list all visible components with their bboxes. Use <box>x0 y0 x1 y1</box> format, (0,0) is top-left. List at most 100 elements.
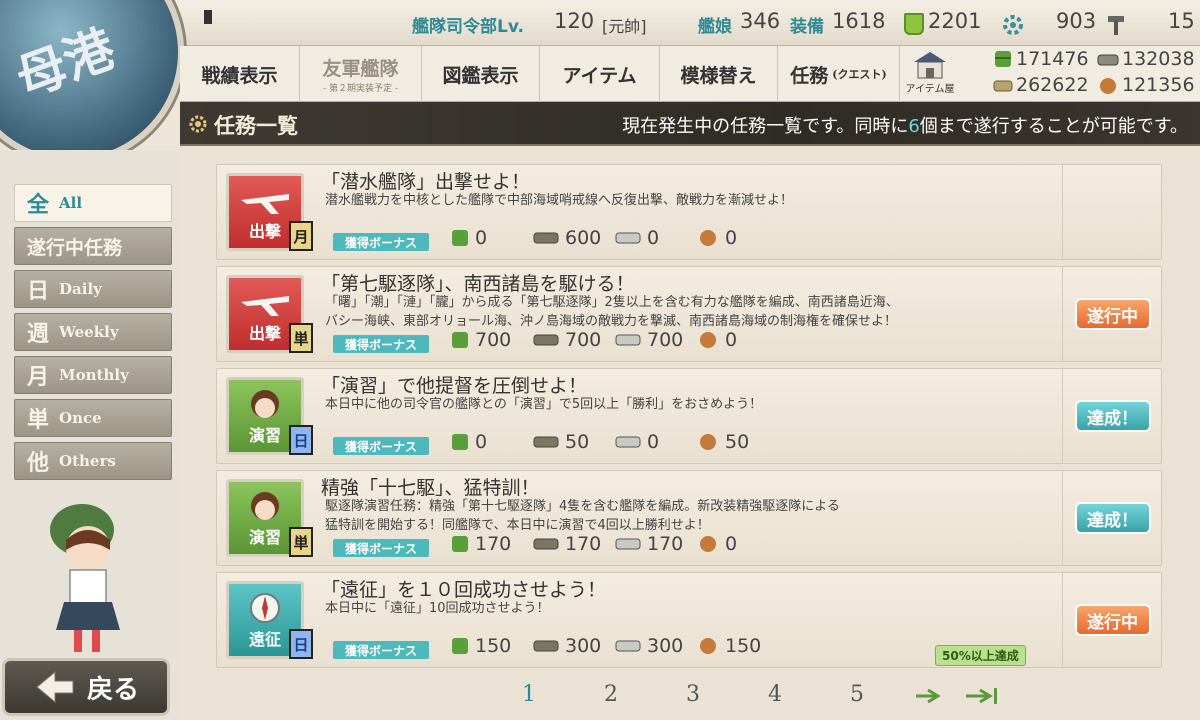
reward-value: 700 <box>475 329 512 351</box>
menu-tab-records[interactable]: 戦績表示 <box>180 46 300 102</box>
header-note: 現在発生中の任務一覧です。同時に6個まで遂行することが可能です。 <box>622 112 1188 138</box>
steel-icon <box>615 538 641 550</box>
quest-description: 駆逐隊演習任務：精強「第十七駆逐隊」4隻を含む艦隊を編成。新改装精強駆逐隊による… <box>325 497 840 535</box>
note-text: 現在発生中の任務一覧です。同時に <box>622 116 909 137</box>
page-2[interactable]: 2 <box>604 682 618 707</box>
tab-english: Others <box>59 452 116 470</box>
quest-title: 「遠征」を１０回成功させよう！ <box>321 579 607 601</box>
quest-title: 「第七駆逐隊」、南西諸島を駆ける！ <box>321 273 635 295</box>
quest-description: 「曙」「潮」「漣」「朧」から成る「第七駆逐隊」2隻以上を含む有力な艦隊を編成、南… <box>325 293 899 331</box>
steel-icon <box>993 80 1013 92</box>
filter-tab-daily[interactable]: 日 Daily <box>14 270 172 308</box>
tab-kanji: 遂行中任務 <box>27 236 123 259</box>
filter-tab-in-progress[interactable]: 遂行中任務 <box>14 227 172 265</box>
steel-value: 262622 <box>1016 74 1089 96</box>
reward-value: 170 <box>565 533 602 555</box>
steel-icon <box>615 436 641 448</box>
reward-value: 50 <box>725 431 750 453</box>
ammo-icon <box>533 334 559 346</box>
tab-english: Daily <box>59 280 102 298</box>
back-arrow-icon <box>36 670 74 704</box>
ships-count: 346 <box>740 9 781 33</box>
reward-ammo: 300 <box>533 635 601 657</box>
reward-value: 0 <box>475 227 488 249</box>
quest-status-cell: 達成！ <box>1062 369 1162 463</box>
page-5[interactable]: 5 <box>850 682 864 707</box>
desc-line: 本日中に「遠征」10回成功させよう！ <box>325 601 550 616</box>
back-button[interactable]: 戻る <box>2 658 170 716</box>
main-menu-bar: 戦績表示 友軍艦隊 - 第２期実装予定 - 図鑑表示 アイテム 模様替え 任務 (ク… <box>180 46 1200 102</box>
reward-steel: 170 <box>615 533 683 555</box>
filter-tab-others[interactable]: 他 Others <box>14 442 172 480</box>
bonus-label: 獲得ボーナス <box>333 335 429 353</box>
page-3[interactable]: 3 <box>686 682 700 707</box>
fuel-icon <box>452 332 468 348</box>
quest-title: 「潜水艦隊」出撃せよ！ <box>321 171 531 193</box>
exercise-girl-icon <box>251 492 279 520</box>
port-emblem-button[interactable]: 母港 <box>0 0 184 164</box>
ammo-icon <box>533 538 559 550</box>
menu-tab-furniture[interactable]: 模様替え <box>660 46 778 102</box>
reward-steel: 0 <box>615 227 659 249</box>
bonus-label: 獲得ボーナス <box>333 233 429 251</box>
page-4[interactable]: 4 <box>768 682 782 707</box>
reward-steel: 0 <box>615 431 659 453</box>
status-in-progress-badge: 遂行中 <box>1074 604 1151 636</box>
quest-type-monthly-badge: 月 <box>289 221 313 251</box>
quest-row[interactable]: 遠征 日 「遠征」を１０回成功させよう！ 本日中に「遠征」10回成功させよう！ … <box>216 572 1162 668</box>
reward-fuel: 0 <box>451 227 487 249</box>
quest-row[interactable]: 演習 単 精強「十七駆」、猛特訓！ 駆逐隊演習任務：精強「第十七駆逐隊」4隻を含… <box>216 470 1162 566</box>
reward-value: 0 <box>725 329 738 351</box>
exercise-girl-icon <box>251 390 279 418</box>
bauxite-icon <box>700 536 716 552</box>
reward-steel: 300 <box>615 635 683 657</box>
quest-title: 「演習」で他提督を圧倒せよ！ <box>321 375 588 397</box>
tab-english: Once <box>59 409 102 427</box>
ships-label: 艦娘 <box>698 17 732 37</box>
quest-row[interactable]: 演習 日 「演習」で他提督を圧倒せよ！ 本日中に他の司令官の艦隊との「演習」で5… <box>216 368 1162 464</box>
dev-material-count: 903 <box>1056 9 1097 33</box>
fuel-resource: 171476 <box>992 48 1089 70</box>
bauxite-icon <box>1100 78 1116 94</box>
ammo-icon <box>533 232 559 244</box>
desc-line: 駆逐隊演習任務：精強「第十七駆逐隊」4隻を含む艦隊を編成。新改装精強駆逐隊による <box>325 499 840 514</box>
plane-icon <box>241 194 289 214</box>
quest-row[interactable]: 出撃 単 「第七駆逐隊」、南西諸島を駆ける！ 「曙」「潮」「漣」「朧」から成る「… <box>216 266 1162 362</box>
quest-row[interactable]: 出撃 月 「潜水艦隊」出撃せよ！ 潜水艦戦力を中核とした艦隊で中部海域哨戒線へ反… <box>216 164 1162 260</box>
tab-kanji: 週 <box>27 321 50 347</box>
status-marker <box>204 10 212 24</box>
bonus-label: 獲得ボーナス <box>333 641 429 659</box>
reward-value: 150 <box>475 635 512 657</box>
reward-bauxite: 0 <box>697 227 737 249</box>
reward-fuel: 170 <box>451 533 511 555</box>
tab-kanji: 他 <box>27 450 50 476</box>
bucket-icon <box>904 13 924 35</box>
equip-label: 装備 <box>790 17 824 37</box>
hq-level: 120 <box>554 9 595 33</box>
quest-type-daily-badge: 日 <box>289 425 313 455</box>
steel-icon <box>615 232 641 244</box>
quest-description: 本日中に「遠征」10回成功させよう！ <box>325 599 550 618</box>
reward-fuel: 150 <box>451 635 511 657</box>
menu-tab-encyclopedia[interactable]: 図鑑表示 <box>422 46 540 102</box>
reward-bauxite: 50 <box>697 431 749 453</box>
quest-list: 出撃 月 「潜水艦隊」出撃せよ！ 潜水艦戦力を中核とした艦隊で中部海域哨戒線へ反… <box>180 146 1200 720</box>
menu-tab-items[interactable]: アイテム <box>540 46 660 102</box>
filter-tab-once[interactable]: 単 Once <box>14 399 172 437</box>
next-page-icon[interactable] <box>914 686 940 706</box>
last-page-icon[interactable] <box>964 686 1002 706</box>
hammer-icon <box>1108 16 1124 35</box>
bauxite-resource: 121356 <box>1096 74 1195 96</box>
ammo-icon <box>533 436 559 448</box>
item-shop-button[interactable]: アイテム屋 <box>904 50 956 98</box>
note-text: 個まで遂行することが可能です。 <box>919 116 1188 137</box>
tab-kanji: 単 <box>27 407 50 433</box>
page-1[interactable]: 1 <box>522 682 536 707</box>
filter-tab-all[interactable]: 全 All <box>14 184 172 222</box>
menu-tab-quests[interactable]: 任務 (クエスト) <box>778 46 900 102</box>
plane-icon <box>241 296 289 316</box>
reward-value: 170 <box>647 533 684 555</box>
filter-tab-weekly[interactable]: 週 Weekly <box>14 313 172 351</box>
bucket-count: 2201 <box>928 9 982 33</box>
filter-tab-monthly[interactable]: 月 Monthly <box>14 356 172 394</box>
